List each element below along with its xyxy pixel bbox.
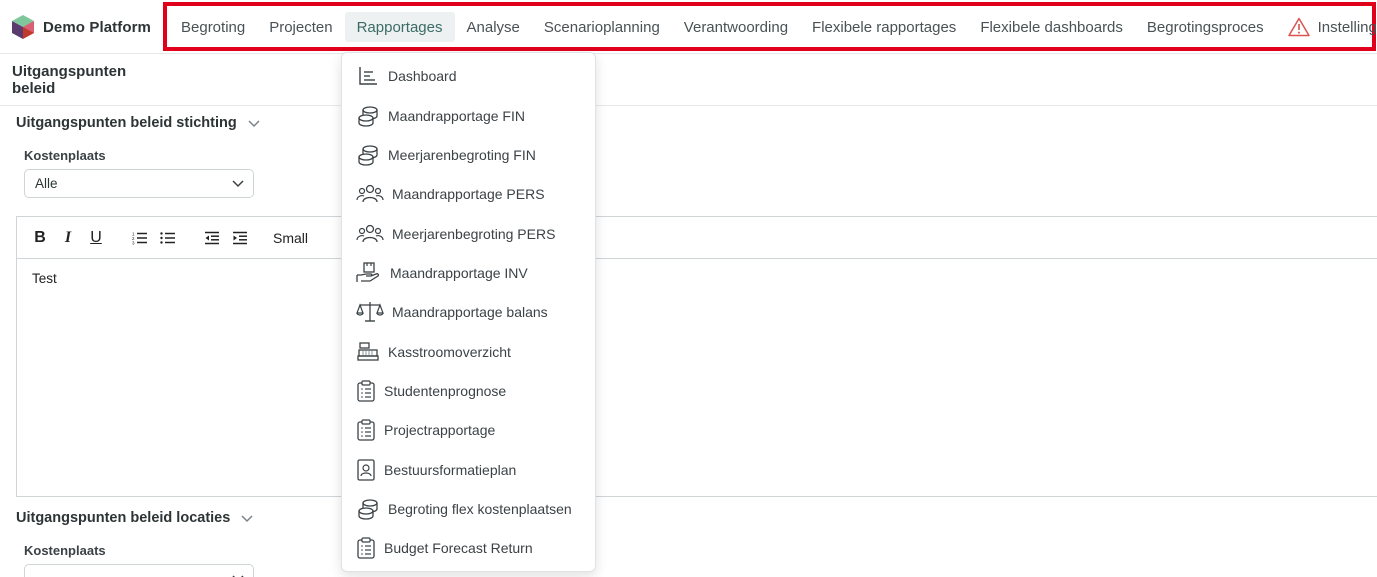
section-locaties-toggle[interactable]: Uitgangspunten beleid locaties [16, 510, 254, 526]
top-bar: Demo Platform Begroting Projecten Rappor… [0, 0, 1377, 54]
menu-item-label: Maandrapportage PERS [392, 186, 545, 202]
ordered-list-button[interactable]: 1 2 3 [131, 229, 149, 247]
nav-label: Begrotingsproces [1146, 18, 1264, 36]
menu-item-dashboard[interactable]: Dashboard [356, 61, 457, 91]
nav-item-instellingen[interactable]: Instellingen [1276, 12, 1377, 42]
chevron-down-icon [248, 120, 260, 128]
menu-item-studentenprognose[interactable]: Studentenprognose [356, 376, 506, 406]
section-stichting-toggle[interactable]: Uitgangspunten beleid stichting [16, 115, 261, 131]
field-label-kostenplaats: Kostenplaats [24, 543, 106, 558]
menu-item-maandrapportage-inv[interactable]: Maandrapportage INV [356, 258, 528, 288]
menu-item-begroting-flex-kostenplaatsen[interactable]: Begroting flex kostenplaatsen [356, 494, 572, 524]
editor-content[interactable]: Test [17, 259, 1377, 298]
hand-box-icon [356, 262, 380, 282]
rapportages-dropdown: Dashboard Maandrapportage FIN Meerjarenb… [341, 52, 596, 572]
nav-item-flexibele-rapportages[interactable]: Flexibele rapportages [800, 12, 968, 42]
section-title: Uitgangspunten beleid locaties [16, 510, 231, 526]
brand[interactable]: Demo Platform [11, 14, 151, 40]
chart-icon [359, 67, 377, 85]
select-value: Alle [35, 176, 58, 191]
nav-label: Instellingen [1317, 18, 1377, 36]
nav-item-scenarioplanning[interactable]: Scenarioplanning [532, 12, 672, 42]
nav-item-begrotingsproces[interactable]: Begrotingsproces [1135, 12, 1276, 42]
nav-label: Projecten [269, 18, 333, 36]
menu-item-maandrapportage-balans[interactable]: Maandrapportage balans [356, 297, 548, 327]
editor-toolbar: B I U 1 2 3 Small [17, 217, 1377, 259]
outdent-button[interactable] [203, 229, 221, 247]
bold-button[interactable]: B [31, 229, 49, 247]
clipboard-icon [357, 537, 375, 559]
outdent-icon [205, 231, 219, 244]
nav-label: Analyse [466, 18, 520, 36]
menu-item-meerjarenbegroting-pers[interactable]: Meerjarenbegroting PERS [356, 219, 555, 249]
cash-register-icon [357, 342, 379, 361]
menu-item-budget-forecast-return[interactable]: Budget Forecast Return [356, 533, 533, 563]
menu-item-label: Begroting flex kostenplaatsen [388, 501, 572, 517]
kostenplaats-select[interactable]: Alle [24, 169, 254, 198]
page-title: Uitgangspunten beleid [12, 63, 127, 97]
nav-label: Flexibele dashboards [980, 18, 1123, 36]
underline-button[interactable]: U [87, 229, 105, 247]
bullet-list-icon [160, 231, 175, 244]
kostenplaats-select-locaties[interactable] [24, 564, 254, 577]
nav-item-flexibele-dashboards[interactable]: Flexibele dashboards [968, 12, 1135, 42]
coins-icon [358, 499, 378, 520]
menu-item-maandrapportage-pers[interactable]: Maandrapportage PERS [356, 179, 545, 209]
field-label-kostenplaats: Kostenplaats [24, 148, 106, 163]
menu-item-label: Meerjarenbegroting FIN [388, 147, 536, 163]
chevron-down-icon [232, 180, 244, 188]
menu-item-meerjarenbegroting-fin[interactable]: Meerjarenbegroting FIN [356, 140, 536, 170]
coins-icon [358, 106, 378, 127]
menu-item-label: Studentenprognose [384, 383, 507, 399]
nav-item-analyse[interactable]: Analyse [455, 12, 532, 42]
coins-icon [358, 145, 378, 166]
svg-text:3: 3 [132, 240, 135, 245]
main-nav: Begroting Projecten Rapportages Analyse … [169, 12, 1377, 42]
indent-icon [233, 231, 247, 244]
menu-item-label: Projectrapportage [384, 422, 496, 438]
nav-label: Scenarioplanning [543, 18, 660, 36]
menu-item-maandrapportage-fin[interactable]: Maandrapportage FIN [356, 101, 525, 131]
rich-text-editor: B I U 1 2 3 Small Test [16, 216, 1377, 497]
brand-name: Demo Platform [43, 18, 151, 36]
indent-button[interactable] [231, 229, 249, 247]
clipboard-icon [357, 419, 375, 441]
menu-item-bestuursformatieplan[interactable]: Bestuursformatieplan [356, 455, 516, 485]
menu-item-label: Dashboard [388, 68, 457, 84]
brand-logo-icon [12, 15, 34, 39]
people-icon [356, 184, 384, 203]
menu-item-label: Maandrapportage balans [392, 304, 548, 320]
people-icon [356, 224, 384, 243]
nav-item-projecten[interactable]: Projecten [257, 12, 344, 42]
nav-item-rapportages[interactable]: Rapportages [344, 12, 455, 42]
ordered-list-icon: 1 2 3 [132, 231, 147, 245]
nav-label: Flexibele rapportages [812, 18, 957, 36]
clipboard-icon [357, 380, 375, 402]
id-badge-icon [357, 459, 375, 481]
menu-item-label: Maandrapportage FIN [388, 108, 525, 124]
menu-item-label: Bestuursformatieplan [384, 462, 517, 478]
nav-item-begroting[interactable]: Begroting [169, 12, 257, 42]
italic-button[interactable]: I [59, 229, 77, 247]
menu-item-label: Maandrapportage INV [390, 265, 528, 281]
nav-label: Verantwoording [683, 18, 789, 36]
bullet-list-button[interactable] [159, 229, 177, 247]
font-size-select[interactable]: Small [273, 230, 308, 246]
menu-item-kasstroomoverzicht[interactable]: Kasstroomoverzicht [356, 337, 511, 367]
menu-item-label: Kasstroomoverzicht [388, 344, 511, 360]
section-title: Uitgangspunten beleid stichting [16, 115, 237, 131]
chevron-down-icon [232, 575, 244, 577]
nav-label: Rapportages [356, 18, 443, 36]
menu-item-label: Meerjarenbegroting PERS [392, 226, 556, 242]
warning-icon [1287, 17, 1310, 37]
menu-item-label: Budget Forecast Return [384, 540, 533, 556]
header-divider [0, 105, 1377, 106]
nav-label: Begroting [181, 18, 246, 36]
chevron-down-icon [241, 515, 253, 523]
menu-item-projectrapportage[interactable]: Projectrapportage [356, 415, 495, 445]
scale-icon [356, 302, 384, 322]
nav-item-verantwoording[interactable]: Verantwoording [672, 12, 800, 42]
